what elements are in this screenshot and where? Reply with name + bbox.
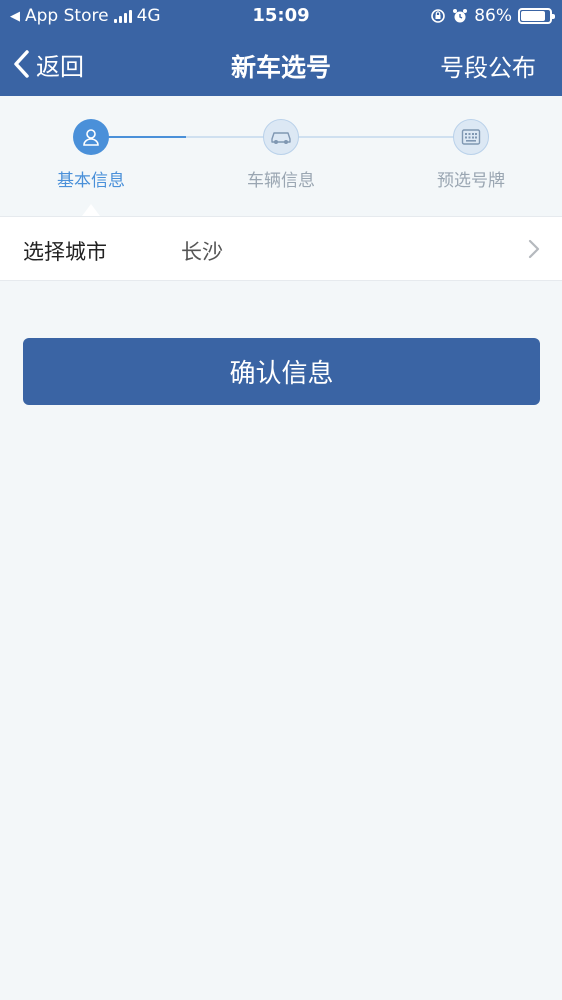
car-icon — [271, 132, 291, 144]
status-right: 86% — [430, 5, 555, 27]
step-3-label: 预选号牌 — [437, 171, 505, 191]
step-1-label: 基本信息 — [57, 171, 125, 191]
step-2-circle — [263, 119, 299, 155]
battery-fill — [521, 11, 546, 21]
step-1-circle — [73, 119, 109, 155]
city-label: 选择城市 — [23, 240, 107, 264]
battery-icon — [518, 8, 555, 24]
battery-percent: 86% — [474, 6, 512, 26]
active-step-pointer — [82, 204, 100, 216]
step-3-circle — [453, 119, 489, 155]
city-select-row[interactable]: 选择城市 长沙 — [0, 216, 562, 281]
user-icon — [83, 129, 99, 146]
chevron-left-icon — [14, 50, 29, 78]
step-line — [186, 136, 471, 138]
nav-bar: 返回 新车选号 号段公布 — [0, 32, 562, 96]
segment-announce-button[interactable]: 号段公布 — [440, 48, 536, 83]
back-button[interactable]: 返回 — [12, 46, 84, 82]
keypad-icon — [461, 129, 481, 145]
back-label: 返回 — [36, 52, 84, 81]
step-indicator: 基本信息 车辆信息 预选号牌 — [0, 96, 562, 216]
step-2-label: 车辆信息 — [247, 171, 315, 191]
status-bar: ◀ App Store 4G 15:09 86% — [0, 0, 562, 32]
alarm-icon — [453, 9, 468, 23]
chevron-right-icon — [528, 239, 540, 259]
orientation-lock-icon — [431, 9, 446, 23]
city-value: 长沙 — [181, 240, 223, 264]
confirm-button[interactable]: 确认信息 — [23, 338, 540, 405]
